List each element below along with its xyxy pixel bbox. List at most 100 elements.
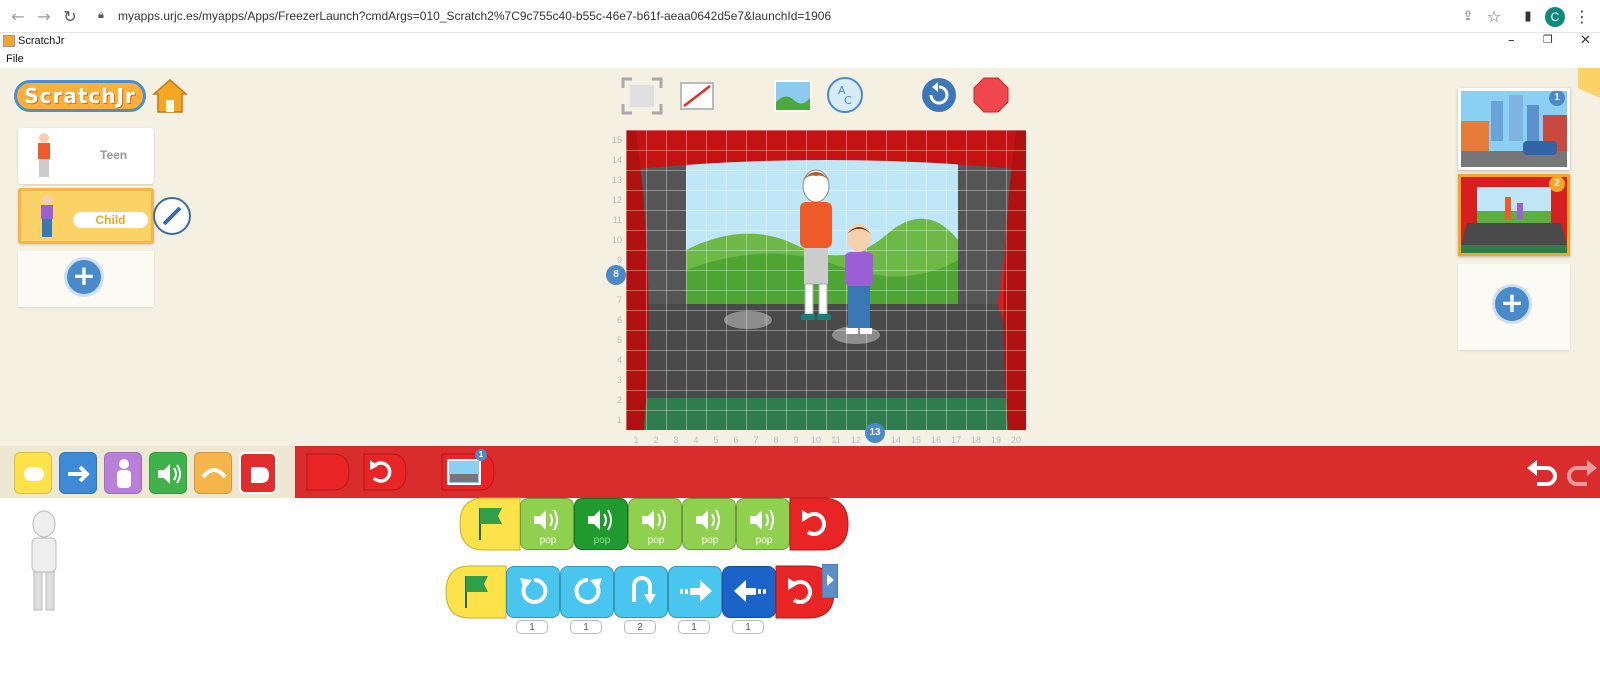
stage-col-number: 10 [810, 435, 821, 445]
stage-col-number: 16 [930, 435, 941, 445]
play-sound-block[interactable]: pop [736, 498, 790, 550]
add-page-panel: + [1458, 264, 1570, 350]
category-looks-button[interactable] [104, 452, 142, 494]
block-palette-bar: 1 [0, 446, 1600, 498]
page-corner-tab-icon[interactable] [1578, 68, 1600, 98]
sprite-name-editable[interactable]: Child [73, 212, 148, 228]
add-page-button[interactable]: + [1492, 284, 1532, 324]
category-sound-button[interactable] [149, 452, 187, 494]
background-icon[interactable] [774, 80, 812, 112]
stage-col-number: 7 [753, 435, 759, 445]
green-flag-trigger-block[interactable] [444, 564, 508, 620]
stage-row-number: 14 [611, 155, 622, 165]
paintbrush-icon[interactable] [153, 197, 191, 235]
grid-toggle-icon[interactable] [680, 82, 714, 110]
triggers-icon [24, 467, 44, 481]
stage-col-number: 15 [910, 435, 921, 445]
stage-row-number: 7 [616, 295, 622, 305]
sprite-name: Teen [100, 148, 128, 162]
stage-row-number: 13 [611, 175, 622, 185]
stage[interactable] [626, 130, 1026, 430]
stage-col-number: 19 [990, 435, 1001, 445]
fullscreen-icon[interactable] [620, 76, 664, 116]
stop-icon[interactable] [972, 76, 1010, 114]
speaker-icon [588, 509, 612, 531]
stage-col-number: 8 [773, 435, 779, 445]
child-sprite-thumbnail [41, 195, 53, 237]
back-icon[interactable]: ← [8, 7, 28, 27]
stage-col-number: 2 [653, 435, 659, 445]
script-area[interactable]: pop pop pop pop pop 1 1 2 1 1 [0, 496, 1600, 698]
side-panel-icon[interactable]: ▮ [1518, 7, 1538, 27]
redo-icon[interactable] [1565, 454, 1599, 488]
home-icon[interactable] [152, 78, 188, 114]
move-right-amount[interactable]: 1 [678, 620, 710, 634]
stage-row-number: 15 [611, 135, 622, 145]
turn-left-block[interactable] [506, 566, 560, 618]
address-bar[interactable]: 🔒︎ myapps.urjc.es/myapps/Apps/FreezerLau… [90, 5, 1500, 29]
play-sound-block[interactable]: pop [628, 498, 682, 550]
motion-arrow-icon [68, 465, 90, 483]
palette-repeat-forever-block[interactable] [362, 450, 408, 494]
stage-row-number: 11 [612, 215, 622, 225]
turn-right-amount[interactable]: 1 [570, 620, 602, 634]
play-sound-block[interactable]: pop [574, 498, 628, 550]
hop-amount[interactable]: 2 [624, 620, 656, 634]
restore-icon[interactable]: ❐ [1543, 33, 1553, 46]
undo-icon[interactable] [1525, 454, 1559, 488]
sprite-card-child[interactable]: Child [18, 188, 191, 244]
share-icon[interactable]: ⇪ [1458, 7, 1478, 27]
category-motion-button[interactable] [59, 452, 97, 494]
stage-row-number: 9 [616, 255, 622, 265]
hop-block[interactable] [614, 566, 668, 618]
stage-col-number: 11 [831, 435, 841, 445]
page-thumbnail-2[interactable]: 2 [1458, 174, 1570, 256]
palette-go-to-page-block[interactable] [440, 450, 496, 494]
add-text-icon[interactable]: AC [826, 76, 864, 114]
palette-end-block[interactable] [305, 450, 351, 494]
stage-row-number: 6 [616, 315, 622, 325]
repeat-expand-handle-icon[interactable] [822, 564, 838, 598]
reset-characters-icon[interactable] [920, 76, 958, 114]
file-menu[interactable]: File [6, 53, 24, 65]
sound-name-label: pop [647, 535, 665, 546]
script-row-1: pop pop pop pop pop [458, 496, 858, 556]
url-text: myapps.urjc.es/myapps/Apps/FreezerLaunch… [118, 9, 832, 23]
play-sound-block[interactable]: pop [520, 498, 574, 550]
app-icon [3, 35, 15, 47]
bookmark-star-icon[interactable]: ☆ [1484, 7, 1504, 27]
stage-col-number: 20 [1010, 435, 1021, 445]
turn-left-amount[interactable]: 1 [516, 620, 548, 634]
sound-name-label: pop [539, 535, 557, 546]
stage-row-number: 1 [616, 415, 622, 425]
category-end-button[interactable] [239, 452, 277, 494]
repeat-forever-block[interactable] [788, 496, 850, 552]
page-number-badge: 2 [1549, 177, 1565, 192]
turn-left-icon [520, 577, 548, 604]
sprite-card-teen[interactable]: Teen [18, 128, 154, 184]
move-right-block[interactable] [668, 566, 722, 618]
minimize-icon[interactable]: – [1508, 33, 1515, 48]
lock-icon: 🔒︎ [98, 9, 104, 21]
speaker-icon [696, 509, 720, 531]
close-icon[interactable]: ✕ [1580, 33, 1591, 48]
play-sound-block[interactable]: pop [682, 498, 736, 550]
more-menu-icon[interactable]: ⋮ [1572, 7, 1592, 27]
category-control-button[interactable] [194, 452, 232, 494]
looks-person-icon [117, 459, 131, 488]
add-sprite-button[interactable]: + [64, 257, 104, 297]
forward-icon[interactable]: → [34, 7, 54, 27]
col-indicator-badge: 13 [865, 423, 885, 443]
page-thumbnail-1[interactable]: 1 [1458, 88, 1570, 170]
turn-right-icon [574, 577, 602, 604]
reload-icon[interactable]: ↻ [60, 7, 80, 27]
child-sprite[interactable] [836, 220, 882, 340]
green-flag-trigger-block[interactable] [458, 496, 522, 552]
category-triggers-button[interactable] [14, 452, 52, 494]
move-left-amount[interactable]: 1 [732, 620, 764, 634]
profile-avatar[interactable]: C [1545, 7, 1565, 27]
sound-name-label: pop [593, 535, 611, 546]
stage-col-number: 1 [633, 435, 639, 445]
turn-right-block[interactable] [560, 566, 614, 618]
move-left-block[interactable] [722, 566, 776, 618]
